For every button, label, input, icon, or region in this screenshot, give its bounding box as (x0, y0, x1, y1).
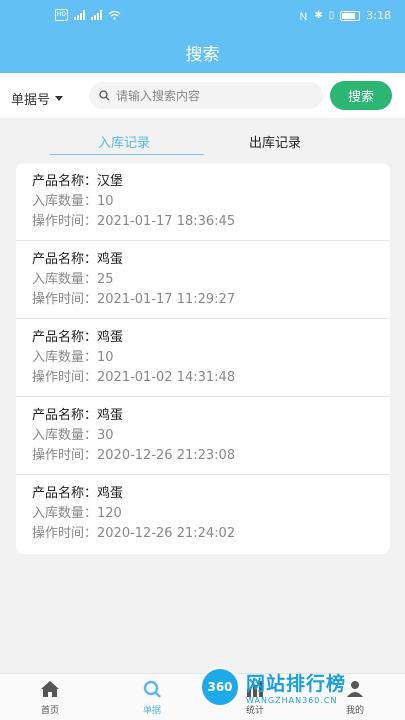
quantity-value: 25 (97, 272, 114, 287)
time-label: 操作时间： (32, 526, 98, 541)
quantity-label: 入库数量： (32, 506, 98, 521)
product-name: 鸡蛋 (97, 330, 124, 345)
search-type-dropdown[interactable]: 单据号 (11, 89, 64, 108)
product-name: 鸡蛋 (97, 408, 124, 423)
quantity-value: 30 (97, 428, 114, 443)
time-label: 操作时间： (32, 370, 98, 385)
search-icon (99, 90, 110, 101)
product-name: 鸡蛋 (97, 252, 124, 267)
watermark-subtitle: WANGZHAN360.CN (246, 696, 338, 705)
status-bar: HD Ｎ ✱ ▯ 3:18 (0, 0, 405, 30)
time-value: 2021-01-17 18:36:45 (97, 214, 236, 229)
nav-home[interactable]: 首页 (25, 680, 75, 716)
header-bar: HD Ｎ ✱ ▯ 3:18 搜索 (0, 0, 405, 73)
nav-home-label: 首页 (40, 706, 59, 716)
time-label: 操作时间： (32, 448, 98, 463)
tab-inbound-records[interactable]: 入库记录 (98, 132, 150, 151)
sim-card-icon: HD (55, 9, 68, 21)
record-item[interactable]: 产品名称：鸡蛋 入库数量：25 操作时间：2021-01-17 11:29:27 (16, 241, 390, 319)
vibrate-icon: ▯ (328, 10, 335, 21)
search-bar: 单据号 搜索 (0, 73, 405, 118)
product-name-label: 产品名称： (32, 408, 98, 423)
time-value: 2020-12-26 21:24:02 (97, 526, 236, 541)
time-value: 2020-12-26 21:23:08 (97, 448, 236, 463)
time-label: 操作时间： (32, 292, 98, 307)
active-tab-indicator (50, 154, 204, 155)
quantity-label: 入库数量： (32, 272, 98, 287)
battery-icon (340, 10, 361, 21)
record-item[interactable]: 产品名称：鸡蛋 入库数量：10 操作时间：2021-01-02 14:31:48 (16, 319, 390, 397)
status-time: 3:18 (366, 9, 391, 22)
quantity-value: 10 (97, 194, 114, 209)
quantity-value: 120 (97, 506, 122, 521)
product-name-label: 产品名称： (32, 174, 98, 189)
watermark-logo: 360 (200, 667, 240, 707)
record-item[interactable]: 产品名称：鸡蛋 入库数量：30 操作时间：2020-12-26 21:23:08 (16, 397, 390, 475)
search-input[interactable] (116, 88, 306, 103)
nav-documents-label: 单据 (142, 706, 161, 716)
record-list: 产品名称：汉堡 入库数量：10 操作时间：2021-01-17 18:36:45… (16, 163, 390, 554)
bluetooth-icon: ✱ (314, 10, 323, 21)
tab-outbound-records[interactable]: 出库记录 (249, 132, 301, 151)
time-value: 2021-01-17 11:29:27 (97, 292, 236, 307)
signal-icon-2 (91, 10, 102, 20)
search-icon (143, 680, 161, 698)
watermark-title: 网站排行榜 (246, 673, 347, 695)
time-value: 2021-01-02 14:31:48 (97, 370, 236, 385)
caret-down-icon (55, 96, 64, 101)
product-name-label: 产品名称： (32, 330, 98, 345)
search-type-label: 单据号 (11, 93, 51, 108)
nfc-icon: Ｎ (298, 12, 309, 23)
wifi-icon (108, 10, 121, 20)
product-name: 鸡蛋 (97, 486, 124, 501)
product-name-label: 产品名称： (32, 252, 98, 267)
record-item[interactable]: 产品名称：汉堡 入库数量：10 操作时间：2021-01-17 18:36:45 (16, 163, 390, 241)
nav-documents[interactable]: 单据 (127, 680, 177, 716)
product-name: 汉堡 (97, 174, 124, 189)
product-name-label: 产品名称： (32, 486, 98, 501)
quantity-label: 入库数量： (32, 350, 98, 365)
search-button[interactable]: 搜索 (330, 81, 392, 110)
record-item[interactable]: 产品名称：鸡蛋 入库数量：120 操作时间：2020-12-26 21:24:0… (16, 475, 390, 553)
home-icon (41, 681, 59, 697)
time-label: 操作时间： (32, 214, 98, 229)
signal-icon (74, 10, 85, 20)
page-title: 搜索 (185, 45, 220, 65)
watermark: 360 网站排行榜 WANGZHAN360.CN (200, 662, 405, 712)
quantity-label: 入库数量： (32, 428, 98, 443)
quantity-value: 10 (97, 350, 114, 365)
search-box[interactable] (89, 82, 323, 109)
record-tabs: 入库记录 出库记录 (0, 124, 405, 156)
quantity-label: 入库数量： (32, 194, 98, 209)
